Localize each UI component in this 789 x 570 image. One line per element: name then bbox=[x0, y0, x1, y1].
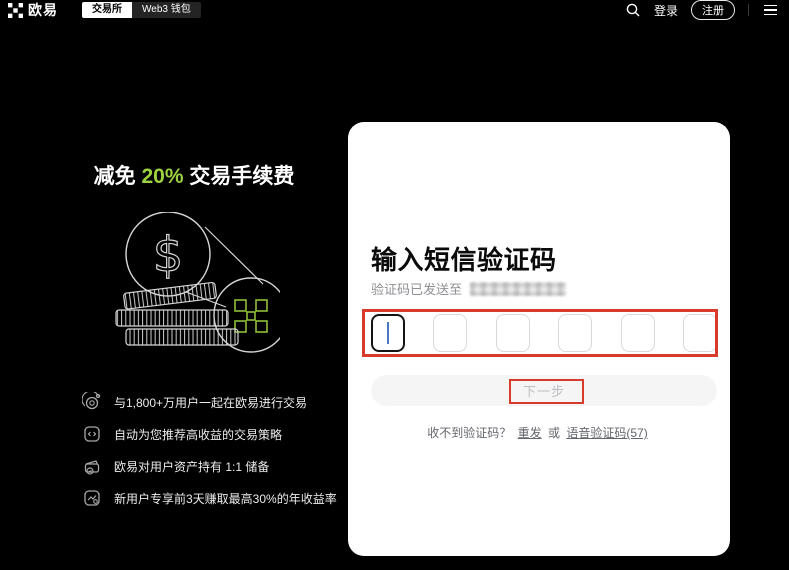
feature-item: 自动为您推荐高收益的交易策略 bbox=[82, 424, 337, 444]
menu-icon[interactable] bbox=[762, 3, 779, 18]
yield-chart-icon bbox=[82, 488, 102, 508]
voice-code-link[interactable]: 语音验证码(57) bbox=[566, 426, 647, 440]
code-input-4[interactable] bbox=[558, 314, 592, 352]
code-input-6[interactable] bbox=[683, 314, 717, 352]
nav-tab-group: 交易所 Web3 钱包 bbox=[82, 2, 201, 18]
next-button[interactable]: 下一步 bbox=[371, 375, 717, 406]
svg-text:$: $ bbox=[153, 227, 184, 283]
or-text: 或 bbox=[548, 426, 560, 440]
okx-grid-icon bbox=[8, 3, 23, 18]
nav-right-group: 登录 注册 bbox=[625, 0, 779, 20]
feature-item: 新用户专享前3天赚取最高30%的年收益率 bbox=[82, 488, 337, 508]
help-prefix: 收不到验证码？ bbox=[427, 426, 511, 440]
globe-users-icon bbox=[82, 392, 102, 412]
feature-list: 与1,800+万用户一起在欧易进行交易 自动为您推荐高收益的交易策略 欧易对用户… bbox=[82, 392, 337, 508]
login-button[interactable]: 登录 bbox=[654, 2, 678, 19]
subtitle-text: 验证码已发送至 bbox=[371, 279, 462, 298]
feature-item: 欧易对用户资产持有 1:1 储备 bbox=[82, 456, 337, 476]
tab-web3-wallet[interactable]: Web3 钱包 bbox=[132, 2, 201, 18]
feature-text: 与1,800+万用户一起在欧易进行交易 bbox=[114, 394, 307, 411]
promo-section: 减免 20% 交易手续费 $ bbox=[56, 160, 332, 530]
top-nav: 欧易 交易所 Web3 钱包 登录 注册 bbox=[0, 0, 789, 20]
feature-text: 欧易对用户资产持有 1:1 储备 bbox=[114, 458, 269, 475]
strategy-code-icon bbox=[82, 424, 102, 444]
code-input-3[interactable] bbox=[496, 314, 530, 352]
coins-illustration: $ bbox=[56, 212, 332, 354]
feature-item: 与1,800+万用户一起在欧易进行交易 bbox=[82, 392, 337, 412]
okx-logo[interactable]: 欧易 bbox=[8, 0, 58, 20]
promo-headline: 减免 20% 交易手续费 bbox=[56, 160, 332, 190]
resend-link[interactable]: 重发 bbox=[518, 426, 542, 440]
help-row: 收不到验证码？ 重发 或 语音验证码(57) bbox=[348, 424, 730, 441]
card-title: 输入短信验证码 bbox=[371, 240, 557, 277]
page: 欧易 交易所 Web3 钱包 登录 注册 减免 20% 交易手续费 bbox=[0, 0, 789, 570]
code-input-1[interactable] bbox=[371, 314, 405, 352]
feature-text: 自动为您推荐高收益的交易策略 bbox=[114, 426, 282, 443]
text-caret bbox=[387, 322, 389, 344]
tab-exchange[interactable]: 交易所 bbox=[82, 2, 132, 18]
feature-text: 新用户专享前3天赚取最高30%的年收益率 bbox=[114, 490, 337, 507]
brand-name: 欧易 bbox=[28, 0, 58, 20]
code-input-2[interactable] bbox=[433, 314, 467, 352]
redacted-phone-number bbox=[470, 282, 566, 296]
reserve-wallet-icon bbox=[82, 456, 102, 476]
register-button[interactable]: 注册 bbox=[691, 0, 735, 20]
discount-highlight: 20% bbox=[141, 165, 183, 188]
sms-verification-card: 输入短信验证码 验证码已发送至 下一步 收不到验证码？ 重发 或 语音验证码(5… bbox=[348, 122, 730, 556]
verification-code-inputs bbox=[371, 314, 717, 352]
code-input-5[interactable] bbox=[621, 314, 655, 352]
nav-divider bbox=[748, 4, 749, 16]
search-icon[interactable] bbox=[625, 2, 641, 18]
card-subtitle: 验证码已发送至 bbox=[371, 279, 566, 298]
